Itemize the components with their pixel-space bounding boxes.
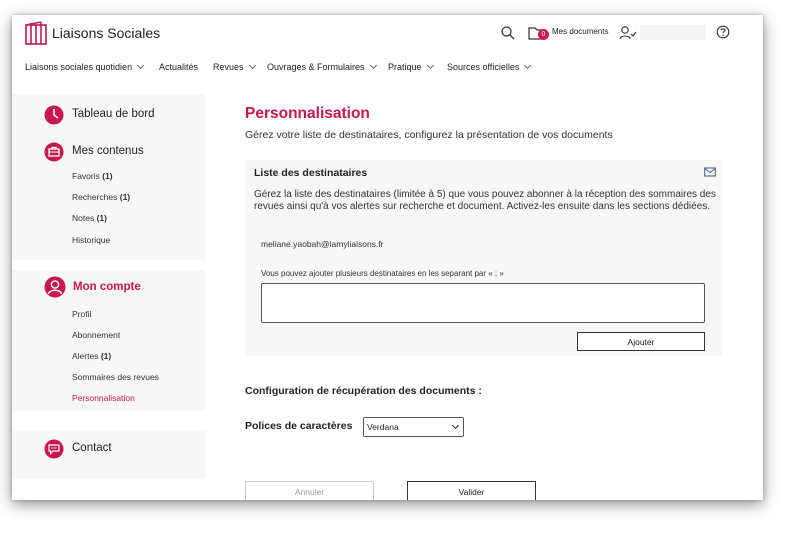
- sidebar-item-dashboard[interactable]: Tableau de bord: [72, 108, 154, 120]
- page-subtitle: Gérez votre liste de destinataires, conf…: [245, 129, 613, 141]
- add-recipient-button[interactable]: Ajouter: [577, 332, 705, 351]
- sidebar-item-contact[interactable]: Contact: [72, 442, 112, 454]
- submit-button[interactable]: Valider: [407, 481, 536, 500]
- nav-item-sources[interactable]: Sources officielles: [447, 61, 532, 72]
- recipient-email: meliane.yaobah@lamyliaisons.fr: [261, 239, 384, 249]
- chevron-down-icon: [426, 61, 434, 70]
- sidebar-heading-contents[interactable]: Mes contenus: [72, 145, 144, 157]
- sidebar-item-abonnement[interactable]: Abonnement: [72, 330, 120, 340]
- chevron-down-icon: [248, 61, 256, 70]
- clock-icon: [44, 105, 64, 125]
- fonts-select[interactable]: Verdana: [363, 417, 464, 437]
- sidebar-item-alertes[interactable]: Alertes (1): [72, 351, 111, 361]
- nav-item-revues[interactable]: Revues: [213, 61, 256, 72]
- search-icon[interactable]: [500, 25, 516, 41]
- chat-icon: [44, 439, 64, 459]
- nav-item-pratique[interactable]: Pratique: [388, 61, 434, 72]
- fonts-select-value: Verdana: [367, 422, 399, 432]
- sidebar-heading-account[interactable]: Mon compte: [73, 281, 141, 293]
- documents-count-badge: 0: [538, 29, 549, 40]
- nav-item-actualites[interactable]: Actualités: [159, 62, 198, 72]
- header: Liaisons Sociales 0 Mes documents: [12, 15, 763, 51]
- recipients-input[interactable]: [261, 283, 705, 323]
- app-window: Liaisons Sociales 0 Mes documents Liaiso…: [12, 15, 763, 500]
- chevron-down-icon: [451, 421, 460, 430]
- sidebar-item-favoris[interactable]: Favoris (1): [72, 171, 113, 181]
- user-name-field[interactable]: [640, 25, 706, 40]
- sidebar-item-profil[interactable]: Profil: [72, 309, 91, 319]
- recipients-help-text: Vous pouvez ajouter plusieurs destinatai…: [261, 269, 504, 278]
- user-icon[interactable]: [619, 25, 637, 41]
- mail-icon[interactable]: [704, 167, 716, 177]
- sidebar-item-notes[interactable]: Notes (1): [72, 213, 107, 223]
- recipients-title: Liste des destinataires: [254, 167, 368, 179]
- config-section-title: Configuration de récupération des docume…: [245, 385, 482, 397]
- cancel-button[interactable]: Annuler: [245, 481, 374, 500]
- logo-icon[interactable]: [25, 21, 47, 45]
- sidebar-section-account: Mon compte Profil Abonnement Alertes (1)…: [12, 270, 205, 411]
- chevron-down-icon: [524, 61, 532, 70]
- main-nav: Liaisons sociales quotidien Actualités R…: [12, 59, 763, 79]
- sidebar-item-historique[interactable]: Historique: [72, 235, 110, 245]
- page-title: Personnalisation: [245, 105, 370, 122]
- sidebar-section-contact: Contact: [12, 431, 205, 479]
- recipients-description: Gérez la liste des destinataires (limité…: [254, 189, 716, 212]
- sidebar-item-personnalisation[interactable]: Personnalisation: [72, 393, 135, 403]
- nav-item-liaisons-quotidien[interactable]: Liaisons sociales quotidien: [25, 61, 145, 72]
- user-account-icon: [44, 276, 66, 298]
- help-icon[interactable]: [716, 25, 730, 39]
- sidebar-item-sommaires[interactable]: Sommaires des revues: [72, 372, 159, 382]
- recipients-card: Liste des destinataires Gérez la liste d…: [245, 160, 722, 356]
- chevron-down-icon: [369, 61, 377, 70]
- chevron-down-icon: [137, 61, 145, 70]
- documents-link[interactable]: Mes documents: [552, 27, 608, 36]
- brand-name[interactable]: Liaisons Sociales: [52, 25, 160, 41]
- sidebar-item-recherches[interactable]: Recherches (1): [72, 192, 130, 202]
- briefcase-icon: [44, 142, 64, 162]
- sidebar-section-contents: Tableau de bord Mes contenus Favoris (1)…: [12, 94, 205, 260]
- nav-item-ouvrages[interactable]: Ouvrages & Formulaires: [267, 61, 377, 72]
- fonts-label: Polices de caractères: [245, 420, 353, 432]
